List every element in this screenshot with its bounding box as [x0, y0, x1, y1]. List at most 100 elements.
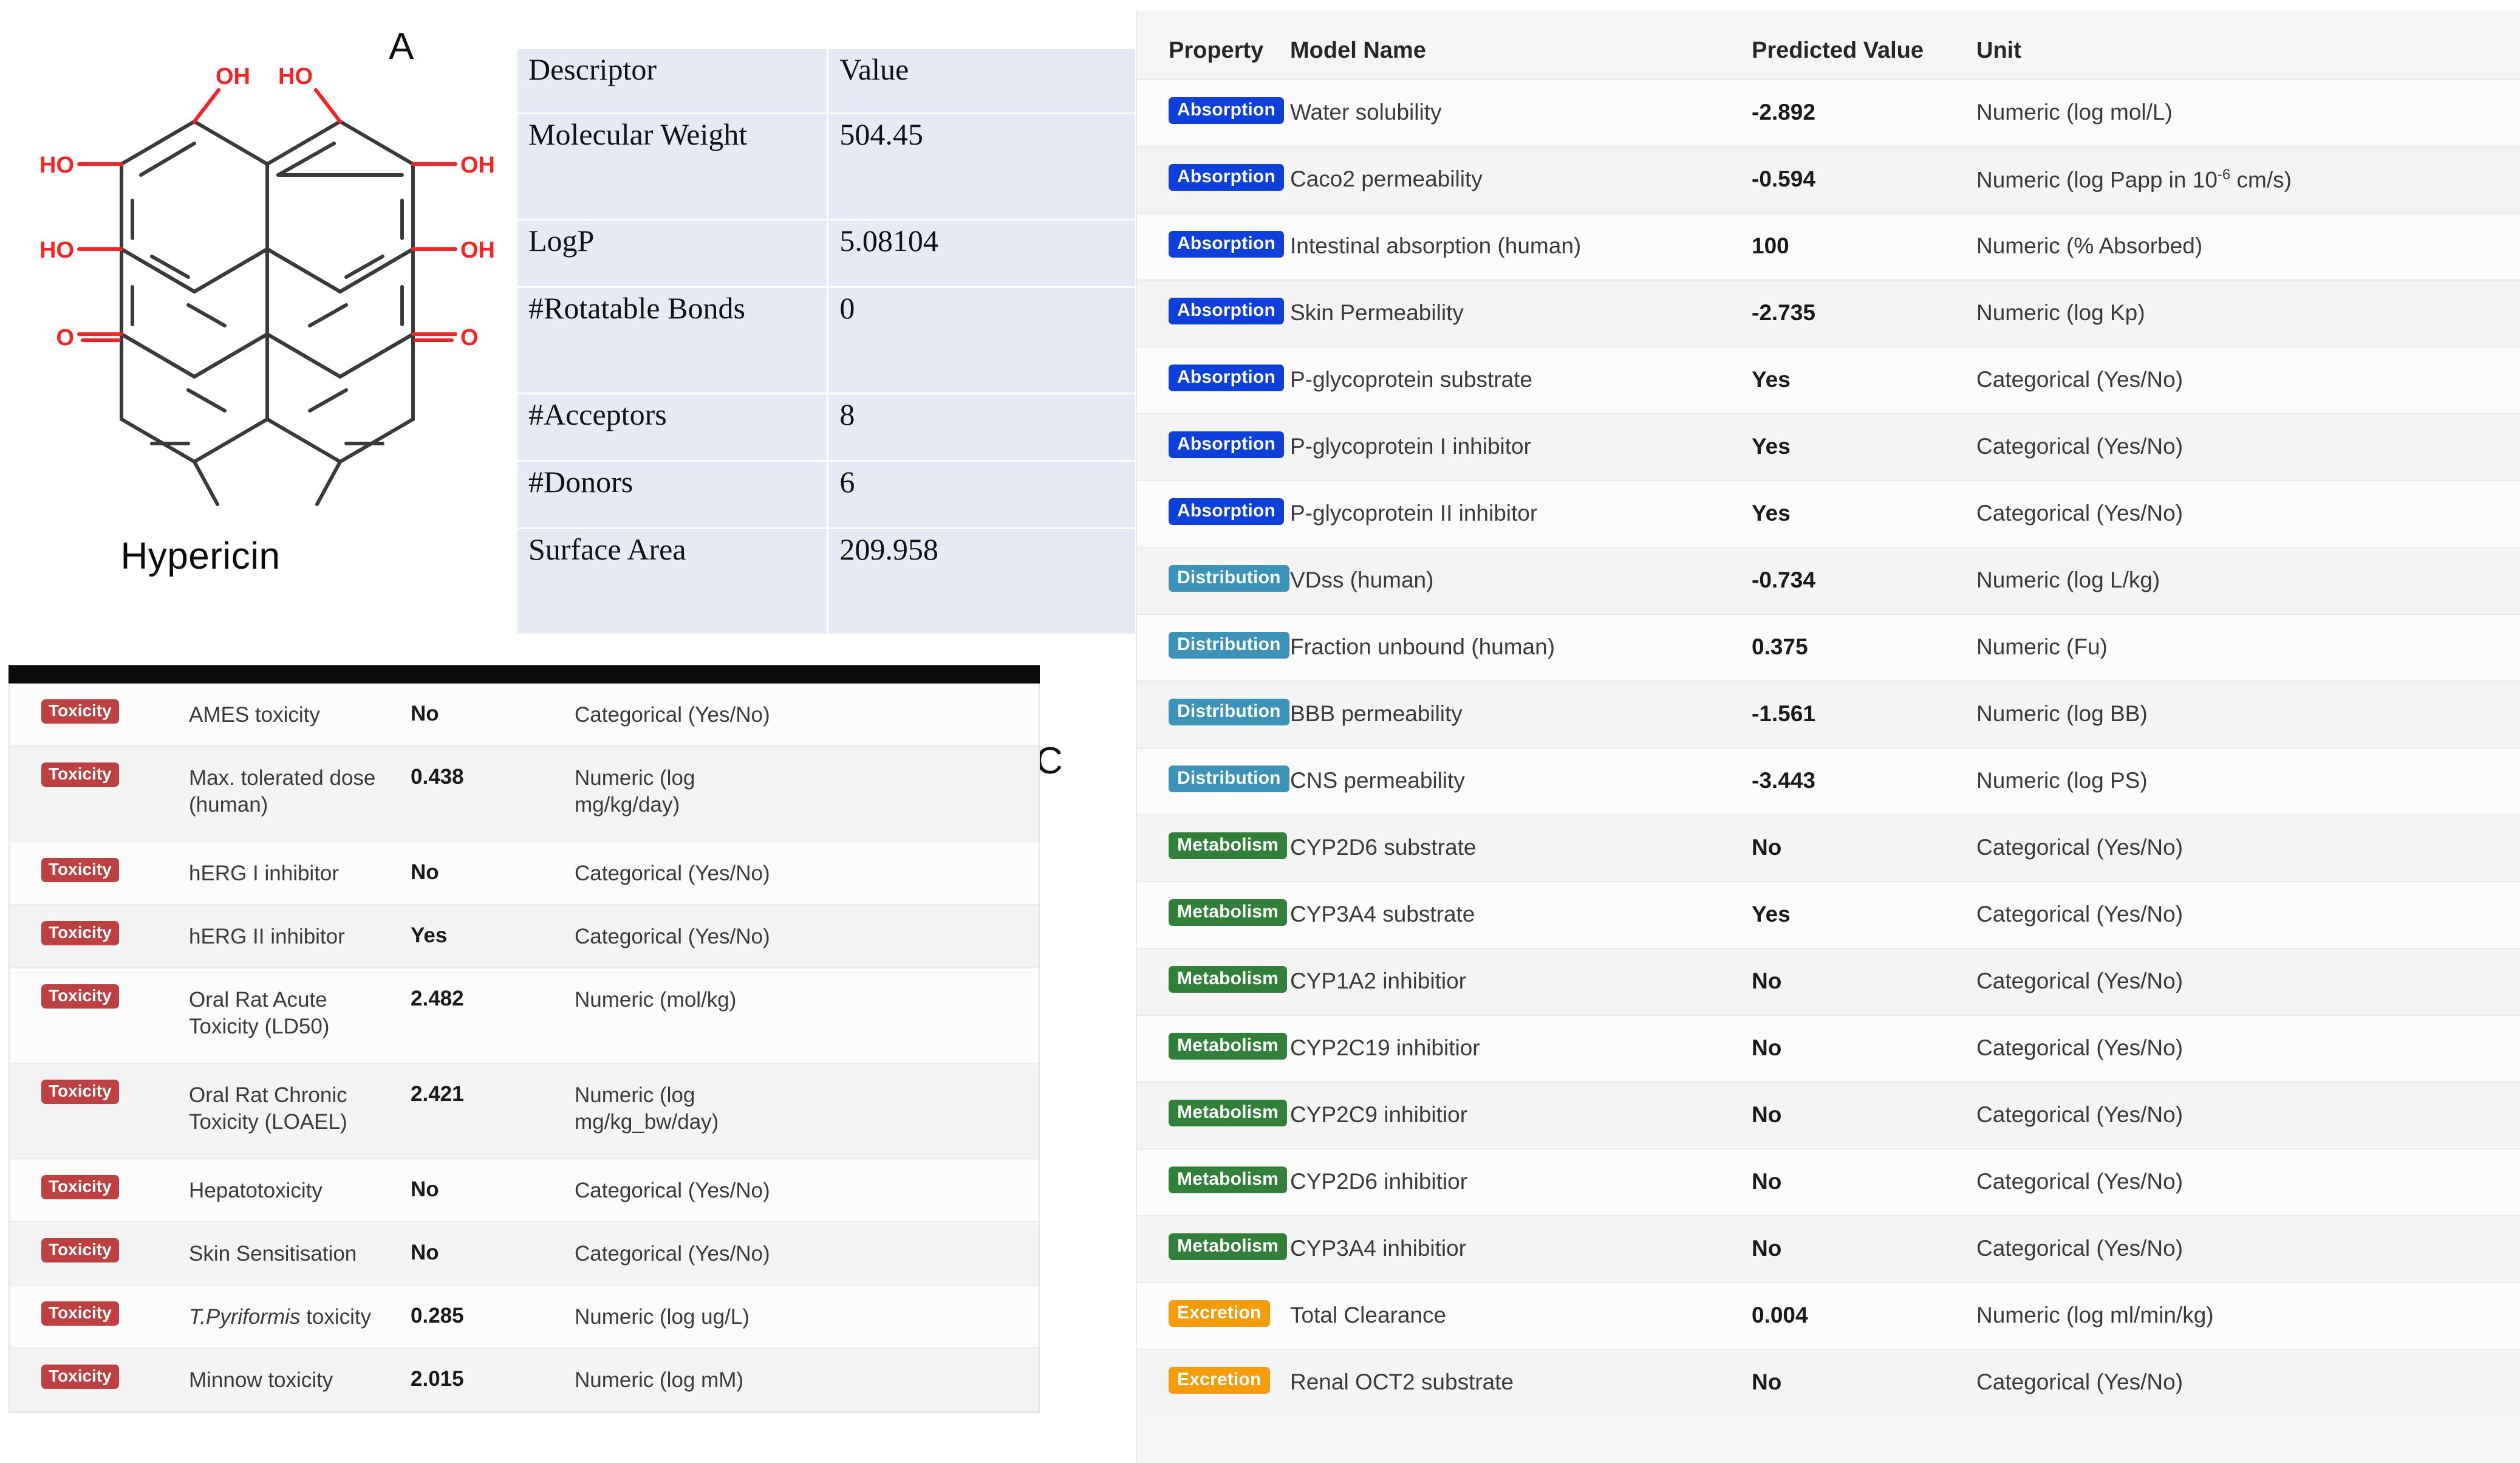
descriptor-row: Surface Area209.958 [517, 529, 1135, 634]
unit-label: Numeric (log BB) [1976, 701, 2148, 727]
table-row[interactable]: Toxicity Oral Rat Chronic Toxicity (LOAEL… [10, 1064, 1039, 1159]
descriptor-row: #Donors6 [517, 462, 1135, 527]
descriptor-column-header: Value [828, 49, 1135, 112]
atom-label-ho: HO [39, 152, 74, 178]
model-name: CYP2D6 substrate [1290, 835, 1476, 860]
toxicity-row-container: ToxicityAMES toxicityNoCategorical (Yes/… [9, 684, 1040, 1413]
property-badge: Metabolism [1169, 899, 1287, 926]
table-row[interactable]: ToxicityhERG II inhibitorYesCategorical … [10, 905, 1039, 968]
table-row[interactable]: AbsorptionP-glycoprotein I inhibitorYesC… [1137, 413, 2520, 480]
table-row[interactable]: ToxicityHepatotoxicityNoCategorical (Yes… [10, 1159, 1039, 1222]
predicted-value: No [1752, 1236, 1781, 1261]
table-row[interactable]: AbsorptionP-glycoprotein substrateYesCat… [1137, 346, 2520, 413]
unit-label: Numeric (mol/kg) [575, 987, 775, 1013]
unit-label: Categorical (Yes/No) [1976, 968, 2183, 994]
descriptor-name: Molecular Weight [517, 114, 827, 219]
table-row[interactable]: MetabolismCYP2D6 substrateNoCategorical … [1137, 814, 2520, 881]
atom-label-oh: OH [216, 64, 250, 89]
unit-label: Numeric (log mol/L) [1976, 100, 2173, 125]
predicted-value: No [1752, 1369, 1781, 1395]
toxicity-badge: Toxicity [41, 984, 119, 1009]
property-badge: Distribution [1169, 766, 1289, 792]
table-row[interactable]: ToxicityT.Pyriformis toxicity0.285Numeri… [10, 1286, 1039, 1349]
descriptor-value: 504.45 [828, 114, 1135, 219]
predicted-value: 0.375 [1752, 634, 1808, 660]
property-badge: Absorption [1169, 97, 1284, 124]
property-badge: Distribution [1169, 565, 1289, 592]
predicted-value: Yes [411, 923, 447, 948]
unit-label: Numeric (log mg/kg_bw/day) [575, 1082, 775, 1136]
model-name: Hepatotoxicity [189, 1177, 389, 1204]
table-row[interactable]: ToxicityhERG I inhibitorNoCategorical (Y… [10, 842, 1039, 905]
unit-label: Categorical (Yes/No) [575, 860, 775, 887]
model-name: Minnow toxicity [189, 1367, 389, 1394]
table-row[interactable]: DistributionCNS permeability-3.443Numeri… [1137, 747, 2520, 814]
predicted-value: No [1752, 968, 1781, 994]
atom-label-o: O [460, 325, 479, 351]
column-header-model-name: Model Name [1290, 38, 1426, 64]
table-row[interactable]: ToxicityMinnow toxicity2.015Numeric (log… [10, 1349, 1039, 1412]
descriptor-name: #Acceptors [517, 394, 827, 460]
model-name: P-glycoprotein II inhibitor [1290, 501, 1537, 526]
predicted-value: No [1752, 1035, 1781, 1061]
model-name: Oral Rat Acute Toxicity (LD50) [189, 987, 389, 1040]
descriptor-row: Molecular Weight504.45 [517, 114, 1135, 219]
property-badge: Metabolism [1169, 1033, 1287, 1060]
toxicity-badge: Toxicity [41, 1080, 119, 1104]
table-row[interactable]: ToxicityAMES toxicityNoCategorical (Yes/… [10, 684, 1039, 747]
predicted-value: No [1752, 1169, 1781, 1194]
model-name: CYP2C19 inhibitior [1290, 1035, 1480, 1061]
property-badge: Metabolism [1169, 1100, 1287, 1126]
property-badge: Absorption [1169, 164, 1284, 191]
property-badge: Metabolism [1169, 832, 1287, 859]
table-row[interactable]: MetabolismCYP2C9 inhibitiorNoCategorical… [1137, 1081, 2520, 1148]
table-row[interactable]: MetabolismCYP2D6 inhibitiorNoCategorical… [1137, 1148, 2520, 1215]
descriptor-name: LogP [517, 221, 827, 286]
predicted-value: Yes [1752, 902, 1791, 927]
unit-label: Numeric (log ml/min/kg) [1976, 1303, 2214, 1328]
unit-label: Categorical (Yes/No) [1976, 835, 2183, 860]
unit-label: Numeric (% Absorbed) [1976, 233, 2202, 259]
table-row[interactable]: ToxicitySkin SensitisationNoCategorical … [10, 1222, 1039, 1286]
table-row[interactable]: MetabolismCYP1A2 inhibitiorNoCategorical… [1137, 948, 2520, 1015]
unit-label: Categorical (Yes/No) [1976, 1369, 2183, 1395]
column-header-predicted-value: Predicted Value [1752, 38, 1924, 64]
table-row[interactable]: ExcretionTotal Clearance0.004Numeric (lo… [1137, 1282, 2520, 1349]
table-row[interactable]: AbsorptionIntestinal absorption (human)1… [1137, 213, 2520, 279]
table-row[interactable]: AbsorptionP-glycoprotein II inhibitorYes… [1137, 480, 2520, 547]
model-name: Water solubility [1290, 100, 1441, 125]
table-row[interactable]: DistributionVDss (human) -0.734 Numeric (l… [1137, 547, 2520, 614]
model-name: Intestinal absorption (human) [1290, 233, 1581, 259]
model-name: Max. tolerated dose (human) [189, 765, 389, 818]
toxicity-table-topbar [9, 665, 1040, 684]
predicted-value: 0.004 [1752, 1303, 1808, 1328]
unit-label: Numeric (log L/kg) [1976, 567, 2160, 593]
table-row[interactable]: DistributionBBB permeability-1.561Numeri… [1137, 680, 2520, 747]
table-row[interactable]: AbsorptionSkin Permeability-2.735Numeric… [1137, 279, 2520, 346]
predicted-value: -1.561 [1752, 701, 1815, 727]
property-badge: Absorption [1169, 231, 1284, 258]
table-row[interactable]: AbsorptionWater solubility-2.892Numeric … [1137, 79, 2520, 146]
descriptor-value: 8 [828, 394, 1135, 460]
table-row[interactable]: ToxicityMax. tolerated dose (human)0.438… [10, 747, 1039, 842]
predicted-value: 0.438 [411, 765, 464, 789]
property-badge: Distribution [1169, 632, 1289, 659]
table-row[interactable]: MetabolismCYP2C19 inhibitiorNoCategorica… [1137, 1015, 2520, 1081]
predicted-value: 2.015 [411, 1367, 464, 1391]
model-name: VDss (human) [1290, 567, 1433, 593]
descriptor-name: #Rotatable Bonds [517, 288, 827, 392]
table-row[interactable]: AbsorptionCaco2 permeability-0.594Numeri… [1137, 146, 2520, 213]
model-name: Oral Rat Chronic Toxicity (LOAEL) [189, 1082, 389, 1136]
predicted-value: -0.734 [1752, 567, 1815, 593]
table-row[interactable]: MetabolismCYP3A4 inhibitiorNoCategorical… [1137, 1215, 2520, 1282]
predicted-value: No [1752, 1102, 1781, 1128]
property-badge: Absorption [1169, 431, 1284, 458]
model-name: hERG II inhibitor [189, 923, 389, 950]
table-row[interactable]: MetabolismCYP3A4 substrateYesCategorical… [1137, 881, 2520, 948]
table-row[interactable]: ExcretionRenal OCT2 substrateNoCategoric… [1137, 1349, 2520, 1416]
table-row[interactable]: DistributionFraction unbound (human)0.37… [1137, 614, 2520, 680]
table-row[interactable]: ToxicityOral Rat Acute Toxicity (LD50)2.… [10, 968, 1039, 1064]
model-name: Renal OCT2 substrate [1290, 1369, 1514, 1395]
predicted-value: -2.735 [1752, 300, 1815, 326]
predicted-value: Yes [1752, 501, 1791, 526]
